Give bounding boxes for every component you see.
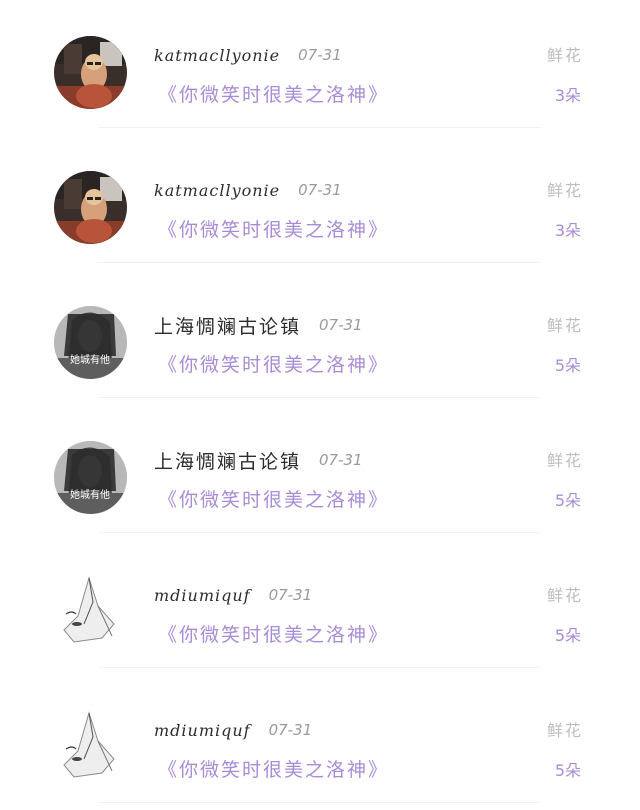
username[interactable]: 上海惆斓古论镇 — [154, 447, 301, 474]
item-meta: 上海惆斓古论镇 07-31 — [154, 446, 363, 474]
item-meta: 上海惆斓古论镇 07-31 — [154, 311, 363, 339]
dark-hair-girl-photo-icon: 她城有他 — [54, 441, 127, 514]
avatar[interactable]: 她城有他 — [54, 306, 127, 379]
avatar[interactable] — [54, 576, 127, 649]
gift-list: katmacllyonie 07-31 《你微笑时很美之洛神》 鲜花 3朵 ka… — [0, 0, 640, 810]
date: 07-31 — [268, 586, 313, 604]
divider — [98, 667, 540, 668]
gift-label: 鲜花 — [546, 586, 583, 605]
divider — [98, 532, 540, 533]
book-title[interactable]: 《你微笑时很美之洛神》 — [158, 755, 389, 782]
divider — [98, 397, 540, 398]
gift-label: 鲜花 — [546, 721, 583, 740]
gift-list-item[interactable]: katmacllyonie 07-31 《你微笑时很美之洛神》 鲜花 3朵 — [0, 0, 640, 135]
gift-list-item[interactable]: mdiumiquf 07-31 《你微笑时很美之洛神》 鲜花 5朵 — [0, 675, 640, 810]
gift-label: 鲜花 — [546, 316, 583, 335]
gift-count: 3朵 — [554, 221, 581, 240]
gift-count: 3朵 — [554, 86, 581, 105]
gift-label: 鲜花 — [546, 181, 583, 200]
gift-count: 5朵 — [554, 356, 581, 375]
book-title[interactable]: 《你微笑时很美之洛神》 — [158, 620, 389, 647]
gift-list-item[interactable]: mdiumiquf 07-31 《你微笑时很美之洛神》 鲜花 5朵 — [0, 540, 640, 675]
gift-count: 5朵 — [554, 491, 581, 510]
divider — [98, 127, 540, 128]
username[interactable]: mdiumiquf — [154, 721, 251, 740]
gift-label: 鲜花 — [546, 46, 583, 65]
item-meta: mdiumiquf 07-31 — [154, 716, 312, 744]
avatar[interactable] — [54, 171, 127, 244]
gift-list-item[interactable]: katmacllyonie 07-31 《你微笑时很美之洛神》 鲜花 3朵 — [0, 135, 640, 270]
book-title[interactable]: 《你微笑时很美之洛神》 — [158, 485, 389, 512]
divider — [98, 802, 540, 803]
date: 07-31 — [319, 451, 363, 469]
book-title[interactable]: 《你微笑时很美之洛神》 — [158, 215, 389, 242]
date: 07-31 — [298, 46, 342, 64]
book-title[interactable]: 《你微笑时很美之洛神》 — [158, 350, 389, 377]
gift-count: 5朵 — [554, 626, 581, 645]
gift-count: 5朵 — [554, 761, 581, 780]
sketch-figure-icon — [54, 711, 127, 784]
dark-hair-girl-photo-icon: 她城有他 — [54, 306, 127, 379]
woman-with-glasses-photo-icon — [54, 36, 127, 109]
username[interactable]: katmacllyonie — [154, 181, 280, 200]
avatar-caption: 她城有他 — [70, 488, 110, 501]
woman-with-glasses-photo-icon — [54, 171, 127, 244]
date: 07-31 — [319, 316, 363, 334]
book-title[interactable]: 《你微笑时很美之洛神》 — [158, 80, 389, 107]
gift-label: 鲜花 — [546, 451, 583, 470]
username[interactable]: mdiumiquf — [154, 586, 251, 605]
gift-list-item[interactable]: 她城有他 上海惆斓古论镇 07-31 《你微笑时很美之洛神》 鲜花 5朵 — [0, 270, 640, 405]
item-meta: katmacllyonie 07-31 — [154, 41, 342, 69]
item-meta: mdiumiquf 07-31 — [154, 581, 312, 609]
avatar[interactable]: 她城有他 — [54, 441, 127, 514]
sketch-figure-icon — [54, 576, 127, 649]
divider — [98, 262, 540, 263]
username[interactable]: katmacllyonie — [154, 46, 280, 65]
date: 07-31 — [268, 721, 313, 739]
avatar[interactable] — [54, 711, 127, 784]
username[interactable]: 上海惆斓古论镇 — [154, 312, 301, 339]
avatar-caption: 她城有他 — [70, 353, 110, 366]
gift-list-item[interactable]: 她城有他 上海惆斓古论镇 07-31 《你微笑时很美之洛神》 鲜花 5朵 — [0, 405, 640, 540]
date: 07-31 — [298, 181, 342, 199]
item-meta: katmacllyonie 07-31 — [154, 176, 342, 204]
avatar[interactable] — [54, 36, 127, 109]
